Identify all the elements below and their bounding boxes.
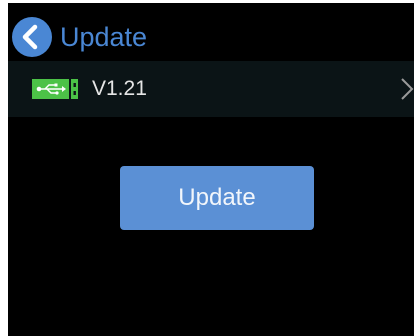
update-button[interactable]: Update	[120, 166, 314, 230]
firmware-version-label: V1.21	[92, 77, 147, 100]
device-screen-frame: Update V1.21 Update	[0, 0, 414, 336]
firmware-version-row[interactable]: V1.21	[8, 61, 414, 117]
device-display: Update V1.21 Update	[8, 3, 414, 336]
header-bar: Update	[8, 3, 414, 61]
page-title: Update	[60, 22, 148, 52]
back-button[interactable]	[12, 17, 52, 57]
usb-icon	[32, 79, 78, 99]
chevron-left-icon	[22, 24, 38, 50]
chevron-right-icon	[400, 75, 414, 103]
